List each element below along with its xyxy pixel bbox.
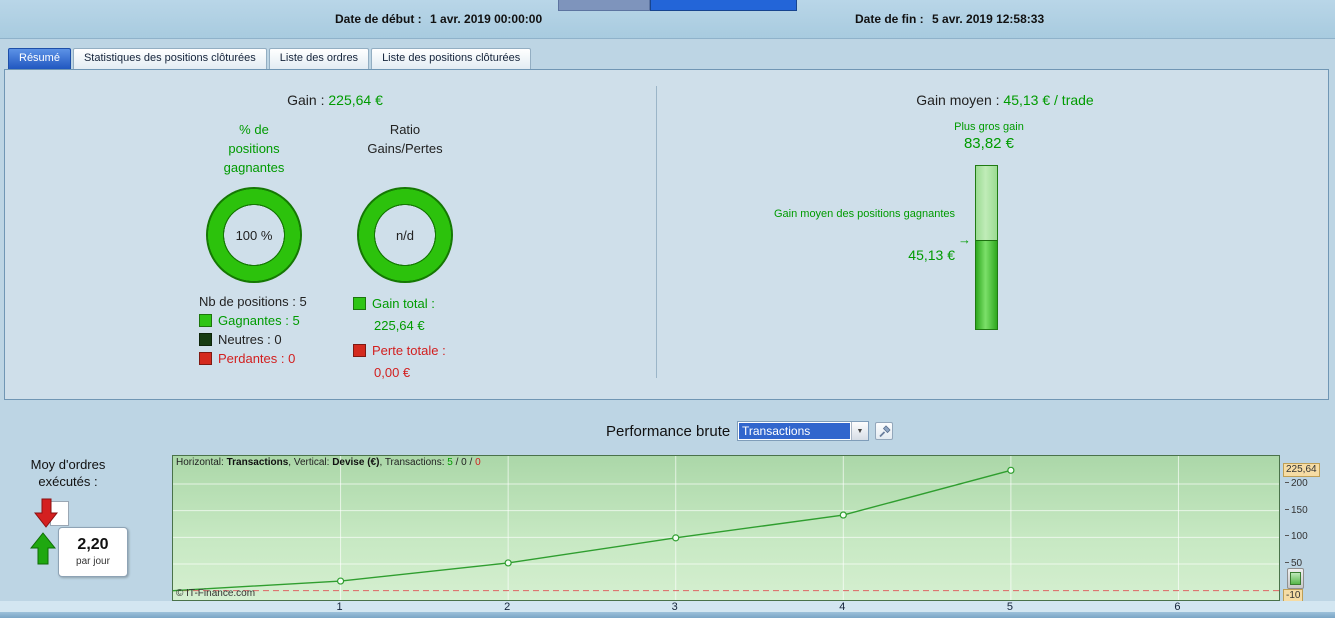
date-end-label: Date de fin : (855, 12, 924, 26)
legend-loss-label: Perdantes : 0 (218, 351, 296, 366)
toolbar-fragment-active (650, 0, 797, 11)
neutral-color-swatch (199, 333, 212, 346)
up-arrow-icon (30, 532, 56, 565)
bar-above-average-segment (976, 166, 997, 241)
y-tick-label: 150 (1285, 505, 1308, 516)
performance-title: Performance brute (606, 423, 731, 440)
performance-chart[interactable]: Horizontal: Transactions, Vertical: Devi… (172, 455, 1280, 601)
summary-panel: Gain : 225,64 € % de positions gagnantes… (4, 69, 1329, 400)
hammer-icon (878, 424, 891, 437)
date-start-field: Date de début : 1 avr. 2019 00:00:00 (335, 12, 542, 26)
chart-header-vertical: Devise (€) (332, 457, 380, 468)
gain-total-label: Gain total : (372, 296, 435, 311)
tab-liste-positions[interactable]: Liste des positions clôturées (371, 48, 532, 69)
toolbar-fragment (558, 0, 650, 11)
gain-label: Gain : (287, 92, 325, 108)
y-tick-label: 100 (1285, 531, 1308, 542)
mini-chart-icon (1290, 572, 1301, 585)
legend-neutral-label: Neutres : 0 (218, 332, 282, 347)
loss-total-swatch (353, 344, 366, 357)
legend-win-label: Gagnantes : 5 (218, 313, 300, 328)
legend-row-neutral: Neutres : 0 (199, 332, 282, 347)
win-rate-value: 100 % (235, 227, 273, 243)
gain-total-swatch (353, 297, 366, 310)
chart-header: Horizontal: Transactions, Vertical: Devi… (176, 457, 481, 468)
chart-header-part: / (466, 457, 476, 468)
select-selected-value: Transactions (739, 423, 850, 439)
gain-moyen-label: Gain moyen : (916, 92, 1000, 108)
biggest-gain-label: Plus gros gain (954, 121, 1024, 133)
avg-orders-unit: par jour (76, 556, 110, 567)
legend-row-loss: Perdantes : 0 (199, 351, 295, 366)
top-bar: Date de début : 1 avr. 2019 00:00:00 Dat… (0, 0, 1335, 39)
gain-value: 225,64 € (328, 92, 383, 108)
bar-below-average-segment (976, 240, 997, 329)
footer-strip (0, 612, 1335, 618)
date-end-value: 5 avr. 2019 12:58:33 (932, 12, 1045, 26)
chart-copyright: © IT-Finance.com (176, 588, 256, 599)
tab-liste-ordres[interactable]: Liste des ordres (268, 48, 370, 69)
ratio-title: Ratio Gains/Pertes (367, 122, 443, 156)
dropdown-arrow-icon[interactable]: ▼ (851, 422, 868, 440)
win-rate-donut: 100 % (206, 187, 302, 283)
chart-settings-button[interactable] (875, 422, 893, 440)
chart-header-part: , Transactions: (379, 457, 448, 468)
date-start-label: Date de début : (335, 12, 422, 26)
chart-header-part: / (452, 457, 462, 468)
avg-orders-label: Moy d'ordres exécutés : (30, 457, 106, 489)
gain-moyen-heading: Gain moyen : 45,13 € / trade (765, 92, 1245, 108)
chart-header-losses: 0 (475, 457, 481, 468)
date-start-value: 1 avr. 2019 00:00:00 (430, 12, 543, 26)
avg-marker-arrow-icon: → (958, 232, 971, 247)
backtest-report-window: Date de début : 1 avr. 2019 00:00:00 Dat… (0, 0, 1335, 618)
tab-bar: Résumé Statistiques des positions clôtur… (8, 48, 532, 69)
loss-total-row: Perte totale : (353, 343, 446, 358)
gain-total-row: Gain total : (353, 296, 435, 311)
axis-scale-icon[interactable] (1287, 568, 1304, 589)
tab-statistiques-positions[interactable]: Statistiques des positions clôturées (72, 48, 267, 69)
loss-total-label: Perte totale : (372, 343, 446, 358)
legend-row-win: Gagnantes : 5 (199, 313, 300, 328)
chart-header-horizontal: Transactions (226, 457, 289, 468)
panel-divider (656, 86, 657, 378)
loss-color-swatch (199, 352, 212, 365)
avg-orders-box: 2,20 par jour (58, 527, 128, 577)
ratio-value: n/d (395, 227, 415, 243)
gain-total-value: 225,64 € (374, 318, 425, 333)
gain-heading: Gain : 225,64 € (155, 92, 515, 108)
win-rate-title: % de positions gagnantes (223, 122, 285, 175)
nb-positions: Nb de positions : 5 (199, 294, 307, 309)
down-arrow-icon (34, 498, 58, 528)
ratio-donut: n/d (357, 187, 453, 283)
avg-orders-value: 2,20 (77, 536, 109, 553)
tab-resume[interactable]: Résumé (8, 48, 71, 69)
win-color-swatch (199, 314, 212, 327)
chart-header-part: , Vertical: (288, 457, 333, 468)
gain-moyen-value: 45,13 € / trade (1003, 92, 1094, 108)
chart-plot (173, 456, 1279, 600)
avg-win-value: 45,13 € (908, 247, 955, 263)
y-tick-label: 200 (1285, 478, 1308, 489)
date-end-field: Date de fin : 5 avr. 2019 12:58:33 (855, 12, 1044, 26)
gain-distribution-bar (975, 165, 998, 330)
avg-win-label: Gain moyen des positions gagnantes (773, 208, 955, 220)
transactions-select[interactable]: Transactions ▼ (737, 421, 869, 441)
y-axis-current-value-box: 225,64 (1283, 463, 1320, 478)
biggest-gain-value: 83,82 € (963, 135, 1015, 152)
loss-total-value: 0,00 € (374, 365, 411, 380)
chart-header-part: Horizontal: (176, 457, 227, 468)
